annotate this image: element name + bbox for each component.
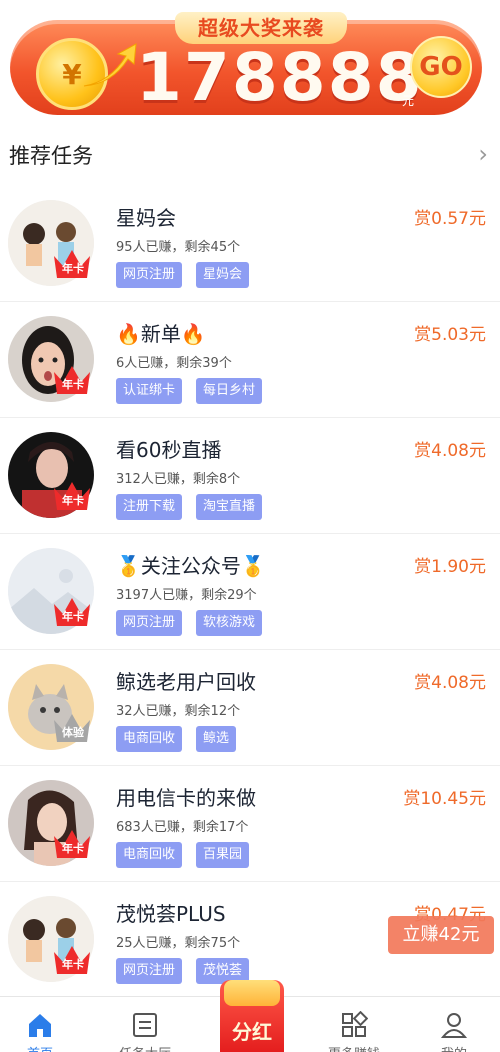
jackpot-amount: 178888	[136, 39, 424, 116]
jackpot-unit: 元	[402, 94, 415, 108]
task-item[interactable]: 年卡 看60秒直播 312人已赚，剩余8个 赏4.08元 注册下载 淘宝直播	[0, 418, 500, 534]
task-meta: 6人已赚，剩余39个	[116, 356, 232, 371]
task-item[interactable]: 体验 鲸选老用户回收 32人已赚，剩余12个 赏4.08元 电商回收 鲸选	[0, 650, 500, 766]
task-title: 用电信卡的来做	[116, 786, 256, 810]
crown-label: 年卡	[62, 610, 84, 623]
task-tag: 鲸选	[196, 726, 237, 752]
crown-label: 年卡	[62, 378, 84, 391]
nav-label-tasks: 任务大厅	[105, 1043, 185, 1052]
chevron-right-icon[interactable]: ›	[478, 140, 488, 168]
task-tag: 淘宝直播	[196, 494, 263, 520]
task-reward: 赏4.08元	[414, 441, 486, 461]
task-title: 星妈会	[116, 206, 176, 230]
task-tag: 电商回收	[116, 726, 183, 752]
nav-label-apps: 更多赚钱	[314, 1043, 394, 1052]
task-tag: 软核游戏	[196, 610, 263, 636]
earn-now-button[interactable]: 立赚42元	[388, 916, 494, 954]
list-icon	[133, 1013, 157, 1037]
task-title: 🥇关注公众号🥇	[116, 554, 266, 578]
user-icon	[440, 1013, 468, 1038]
task-meta: 32人已赚，剩余12个	[116, 704, 241, 719]
task-tag: 网页注册	[116, 958, 183, 984]
task-reward: 赏5.03元	[414, 325, 486, 345]
task-reward: 赏1.90元	[414, 557, 486, 577]
task-item[interactable]: 年卡 🔥新单🔥 6人已赚，剩余39个 赏5.03元 认证绑卡 每日乡村	[0, 302, 500, 418]
task-tag: 注册下载	[116, 494, 183, 520]
nav-item-me[interactable]: 我的	[414, 997, 494, 1052]
apps-grid-icon	[342, 1011, 368, 1037]
nav-item-apps[interactable]: 更多赚钱	[314, 997, 394, 1052]
task-title: 🔥新单🔥	[116, 322, 206, 346]
task-reward: 赏10.45元	[403, 789, 486, 809]
crown-label: 年卡	[62, 494, 84, 507]
dividend-button[interactable]: 分红	[220, 980, 284, 1052]
task-item[interactable]: 年卡 🥇关注公众号🥇 3197人已赚，剩余29个 赏1.90元 网页注册 软核游…	[0, 534, 500, 650]
task-tag: 网页注册	[116, 262, 183, 288]
home-icon	[29, 1014, 51, 1037]
task-meta: 683人已赚，剩余17个	[116, 820, 249, 835]
nav-label-me: 我的	[414, 1043, 494, 1052]
task-tag: 认证绑卡	[116, 378, 183, 404]
task-tag: 百果园	[196, 842, 250, 868]
jackpot-banner[interactable]: 超级大奖来袭 ¥ 178888 元 GO	[10, 12, 482, 116]
task-reward: 赏0.57元	[414, 209, 486, 229]
recommended-tasks-header[interactable]: 推荐任务 ›	[0, 134, 500, 174]
crown-label: 年卡	[62, 262, 84, 275]
crown-label: 年卡	[62, 958, 84, 971]
go-button[interactable]: GO	[410, 36, 472, 98]
task-item[interactable]: 年卡 星妈会 95人已赚，剩余45个 赏0.57元 网页注册 星妈会	[0, 186, 500, 302]
nav-item-tasks[interactable]: 任务大厅	[105, 997, 185, 1052]
task-meta: 312人已赚，剩余8个	[116, 472, 241, 487]
task-meta: 3197人已赚，剩余29个	[116, 588, 257, 603]
task-tag: 星妈会	[196, 262, 250, 288]
task-meta: 25人已赚，剩余75个	[116, 936, 241, 951]
task-reward: 赏4.08元	[414, 673, 486, 693]
nav-item-home[interactable]: 首页	[0, 997, 80, 1052]
task-title: 茂悦荟PLUS	[116, 902, 226, 926]
arrow-up-icon	[83, 43, 137, 87]
crown-label: 年卡	[62, 842, 84, 855]
task-meta: 95人已赚，剩余45个	[116, 240, 241, 255]
task-tag: 每日乡村	[196, 378, 263, 404]
task-item[interactable]: 年卡 用电信卡的来做 683人已赚，剩余17个 赏10.45元 电商回收 百果园	[0, 766, 500, 882]
nav-label-home: 首页	[0, 1043, 80, 1052]
task-tag: 网页注册	[116, 610, 183, 636]
task-title: 看60秒直播	[116, 438, 222, 462]
section-title: 推荐任务	[9, 144, 93, 168]
task-title: 鲸选老用户回收	[116, 670, 256, 694]
task-tag: 电商回收	[116, 842, 183, 868]
gift-icon	[224, 980, 280, 1006]
dividend-label: 分红	[232, 1020, 272, 1044]
crown-label: 体验	[62, 726, 84, 739]
